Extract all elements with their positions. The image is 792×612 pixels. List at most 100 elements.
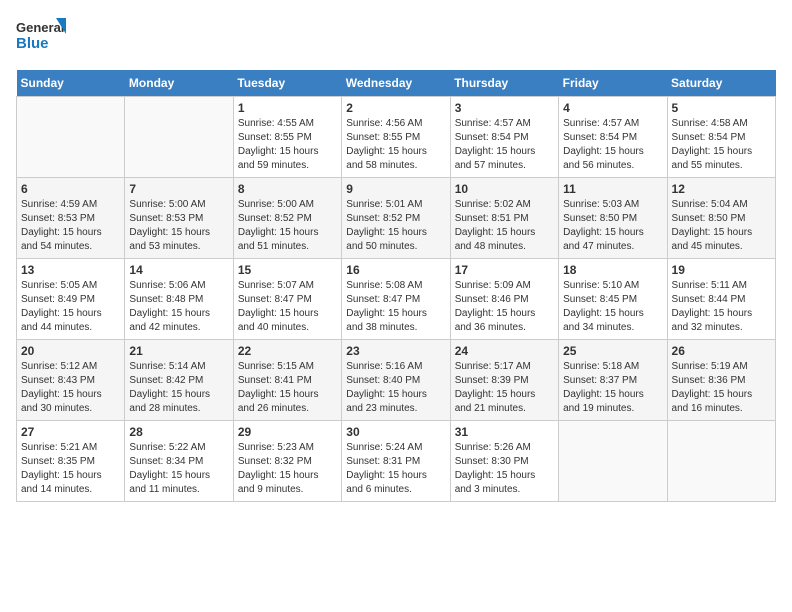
day-info: Sunrise: 5:23 AM Sunset: 8:32 PM Dayligh… [238, 441, 337, 497]
day-number: 30 [346, 425, 445, 439]
calendar-table: SundayMondayTuesdayWednesdayThursdayFrid… [16, 70, 776, 502]
day-info: Sunrise: 5:08 AM Sunset: 8:47 PM Dayligh… [346, 279, 445, 335]
calendar-day-cell [667, 421, 775, 502]
day-info: Sunrise: 4:59 AM Sunset: 8:53 PM Dayligh… [21, 198, 120, 254]
day-info: Sunrise: 5:00 AM Sunset: 8:52 PM Dayligh… [238, 198, 337, 254]
calendar-day-cell: 27 Sunrise: 5:21 AM Sunset: 8:35 PM Dayli… [17, 421, 125, 502]
day-info: Sunrise: 5:24 AM Sunset: 8:31 PM Dayligh… [346, 441, 445, 497]
calendar-day-cell: 29 Sunrise: 5:23 AM Sunset: 8:32 PM Dayli… [233, 421, 341, 502]
day-number: 28 [129, 425, 228, 439]
day-info: Sunrise: 5:11 AM Sunset: 8:44 PM Dayligh… [672, 279, 771, 335]
calendar-day-cell: 23 Sunrise: 5:16 AM Sunset: 8:40 PM Dayli… [342, 340, 450, 421]
day-number: 29 [238, 425, 337, 439]
day-number: 15 [238, 263, 337, 277]
calendar-day-cell [559, 421, 667, 502]
calendar-day-cell: 8 Sunrise: 5:00 AM Sunset: 8:52 PM Daylig… [233, 178, 341, 259]
calendar-day-cell: 6 Sunrise: 4:59 AM Sunset: 8:53 PM Daylig… [17, 178, 125, 259]
calendar-day-cell: 22 Sunrise: 5:15 AM Sunset: 8:41 PM Dayli… [233, 340, 341, 421]
day-info: Sunrise: 5:22 AM Sunset: 8:34 PM Dayligh… [129, 441, 228, 497]
calendar-day-cell: 5 Sunrise: 4:58 AM Sunset: 8:54 PM Daylig… [667, 97, 775, 178]
calendar-day-cell: 30 Sunrise: 5:24 AM Sunset: 8:31 PM Dayli… [342, 421, 450, 502]
day-info: Sunrise: 5:14 AM Sunset: 8:42 PM Dayligh… [129, 360, 228, 416]
calendar-week-row: 20 Sunrise: 5:12 AM Sunset: 8:43 PM Dayli… [17, 340, 776, 421]
calendar-day-cell: 11 Sunrise: 5:03 AM Sunset: 8:50 PM Dayli… [559, 178, 667, 259]
day-info: Sunrise: 5:18 AM Sunset: 8:37 PM Dayligh… [563, 360, 662, 416]
day-of-week-header: Wednesday [342, 70, 450, 97]
calendar-week-row: 27 Sunrise: 5:21 AM Sunset: 8:35 PM Dayli… [17, 421, 776, 502]
calendar-day-cell: 26Sunrise: 5:19 AM Sunset: 8:36 PM Dayli… [667, 340, 775, 421]
day-number: 18 [563, 263, 662, 277]
day-info: Sunrise: 4:55 AM Sunset: 8:55 PM Dayligh… [238, 117, 337, 173]
calendar-day-cell: 15 Sunrise: 5:07 AM Sunset: 8:47 PM Dayli… [233, 259, 341, 340]
calendar-week-row: 13Sunrise: 5:05 AM Sunset: 8:49 PM Dayli… [17, 259, 776, 340]
calendar-day-cell: 20 Sunrise: 5:12 AM Sunset: 8:43 PM Dayli… [17, 340, 125, 421]
day-info: Sunrise: 5:09 AM Sunset: 8:46 PM Dayligh… [455, 279, 554, 335]
day-number: 17 [455, 263, 554, 277]
day-of-week-header: Saturday [667, 70, 775, 97]
day-number: 3 [455, 101, 554, 115]
day-number: 27 [21, 425, 120, 439]
day-info: Sunrise: 5:17 AM Sunset: 8:39 PM Dayligh… [455, 360, 554, 416]
day-number: 21 [129, 344, 228, 358]
day-number: 25 [563, 344, 662, 358]
calendar-day-cell: 28 Sunrise: 5:22 AM Sunset: 8:34 PM Dayli… [125, 421, 233, 502]
day-number: 22 [238, 344, 337, 358]
day-info: Sunrise: 5:06 AM Sunset: 8:48 PM Dayligh… [129, 279, 228, 335]
calendar-day-cell: 7Sunrise: 5:00 AM Sunset: 8:53 PM Daylig… [125, 178, 233, 259]
day-info: Sunrise: 5:03 AM Sunset: 8:50 PM Dayligh… [563, 198, 662, 254]
day-number: 8 [238, 182, 337, 196]
calendar-day-cell: 2 Sunrise: 4:56 AM Sunset: 8:55 PM Daylig… [342, 97, 450, 178]
calendar-week-row: 6 Sunrise: 4:59 AM Sunset: 8:53 PM Daylig… [17, 178, 776, 259]
day-number: 24 [455, 344, 554, 358]
day-info: Sunrise: 5:07 AM Sunset: 8:47 PM Dayligh… [238, 279, 337, 335]
calendar-day-cell: 17 Sunrise: 5:09 AM Sunset: 8:46 PM Dayli… [450, 259, 558, 340]
day-info: Sunrise: 5:19 AM Sunset: 8:36 PM Dayligh… [672, 360, 771, 416]
page-header: General Blue [16, 16, 776, 58]
day-number: 20 [21, 344, 120, 358]
calendar-day-cell: 12Sunrise: 5:04 AM Sunset: 8:50 PM Dayli… [667, 178, 775, 259]
calendar-day-cell: 16Sunrise: 5:08 AM Sunset: 8:47 PM Dayli… [342, 259, 450, 340]
day-of-week-header: Monday [125, 70, 233, 97]
day-of-week-header: Thursday [450, 70, 558, 97]
day-info: Sunrise: 5:12 AM Sunset: 8:43 PM Dayligh… [21, 360, 120, 416]
calendar-day-cell [125, 97, 233, 178]
logo-svg: General Blue [16, 16, 66, 58]
calendar-day-cell: 24 Sunrise: 5:17 AM Sunset: 8:39 PM Dayli… [450, 340, 558, 421]
day-number: 9 [346, 182, 445, 196]
svg-text:Blue: Blue [16, 35, 49, 52]
calendar-week-row: 1 Sunrise: 4:55 AM Sunset: 8:55 PM Daylig… [17, 97, 776, 178]
calendar-day-cell: 18Sunrise: 5:10 AM Sunset: 8:45 PM Dayli… [559, 259, 667, 340]
day-info: Sunrise: 4:58 AM Sunset: 8:54 PM Dayligh… [672, 117, 771, 173]
day-number: 10 [455, 182, 554, 196]
day-of-week-header: Sunday [17, 70, 125, 97]
day-info: Sunrise: 5:00 AM Sunset: 8:53 PM Dayligh… [129, 198, 228, 254]
day-info: Sunrise: 5:05 AM Sunset: 8:49 PM Dayligh… [21, 279, 120, 335]
day-number: 1 [238, 101, 337, 115]
day-info: Sunrise: 5:15 AM Sunset: 8:41 PM Dayligh… [238, 360, 337, 416]
calendar-day-cell: 25 Sunrise: 5:18 AM Sunset: 8:37 PM Dayli… [559, 340, 667, 421]
calendar-day-cell [17, 97, 125, 178]
day-number: 23 [346, 344, 445, 358]
day-number: 14 [129, 263, 228, 277]
day-info: Sunrise: 5:21 AM Sunset: 8:35 PM Dayligh… [21, 441, 120, 497]
day-header-row: SundayMondayTuesdayWednesdayThursdayFrid… [17, 70, 776, 97]
calendar-day-cell: 1 Sunrise: 4:55 AM Sunset: 8:55 PM Daylig… [233, 97, 341, 178]
calendar-day-cell: 19 Sunrise: 5:11 AM Sunset: 8:44 PM Dayli… [667, 259, 775, 340]
calendar-day-cell: 9Sunrise: 5:01 AM Sunset: 8:52 PM Daylig… [342, 178, 450, 259]
day-number: 12 [672, 182, 771, 196]
day-number: 5 [672, 101, 771, 115]
calendar-day-cell: 3Sunrise: 4:57 AM Sunset: 8:54 PM Daylig… [450, 97, 558, 178]
day-number: 11 [563, 182, 662, 196]
day-number: 6 [21, 182, 120, 196]
day-number: 4 [563, 101, 662, 115]
calendar-day-cell: 4Sunrise: 4:57 AM Sunset: 8:54 PM Daylig… [559, 97, 667, 178]
calendar-day-cell: 31Sunrise: 5:26 AM Sunset: 8:30 PM Dayli… [450, 421, 558, 502]
day-number: 31 [455, 425, 554, 439]
day-of-week-header: Friday [559, 70, 667, 97]
day-number: 2 [346, 101, 445, 115]
day-number: 19 [672, 263, 771, 277]
day-info: Sunrise: 4:56 AM Sunset: 8:55 PM Dayligh… [346, 117, 445, 173]
calendar-day-cell: 13Sunrise: 5:05 AM Sunset: 8:49 PM Dayli… [17, 259, 125, 340]
calendar-day-cell: 21 Sunrise: 5:14 AM Sunset: 8:42 PM Dayli… [125, 340, 233, 421]
day-info: Sunrise: 5:16 AM Sunset: 8:40 PM Dayligh… [346, 360, 445, 416]
